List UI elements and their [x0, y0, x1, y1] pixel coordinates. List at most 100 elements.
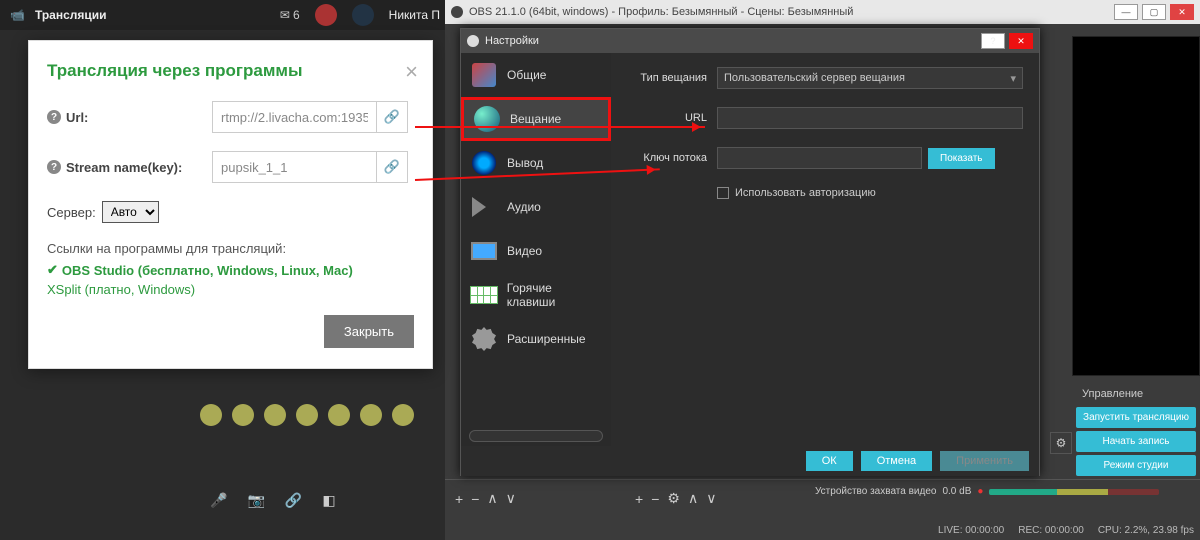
- obs-logo-icon: [467, 35, 479, 47]
- settings-sidebar: Общие Вещание Вывод Аудио Видео Горячие …: [461, 53, 611, 446]
- links-header: Ссылки на программы для трансляций:: [47, 241, 414, 256]
- sidebar-item-video[interactable]: Видео: [461, 229, 611, 273]
- server-select[interactable]: Авто: [102, 201, 159, 223]
- settings-footer: ОК Отмена Применить: [461, 446, 1039, 476]
- check-icon: ✔: [47, 262, 58, 278]
- output-icon: [472, 151, 496, 175]
- controls-header: Управление: [1076, 384, 1196, 404]
- eraser-icon[interactable]: ◧: [322, 492, 335, 509]
- close-button[interactable]: ✕: [1009, 33, 1033, 49]
- obs-titlebar[interactable]: OBS 21.1.0 (64bit, windows) - Профиль: Б…: [445, 0, 1200, 24]
- close-icon[interactable]: ×: [405, 59, 418, 85]
- general-icon: [472, 63, 496, 87]
- avatar-icon[interactable]: [352, 4, 374, 26]
- maximize-button[interactable]: ▢: [1142, 4, 1166, 20]
- speaker-icon: [472, 197, 496, 217]
- obs-link[interactable]: ✔ OBS Studio (бесплатно, Windows, Linux,…: [47, 262, 414, 278]
- modal-title: Трансляция через программы: [47, 61, 414, 81]
- help-icon[interactable]: ?: [47, 110, 61, 124]
- emoji-icon[interactable]: [232, 404, 254, 426]
- url-input[interactable]: [212, 101, 377, 133]
- settings-title-text: Настройки: [485, 35, 539, 47]
- auth-checkbox[interactable]: [717, 187, 729, 199]
- remove-scene-button[interactable]: −: [471, 491, 479, 507]
- gear-icon: [472, 327, 496, 351]
- status-cpu: CPU: 2.2%, 23.98 fps: [1098, 525, 1194, 536]
- username[interactable]: Никита П: [389, 8, 440, 22]
- audio-meter[interactable]: [989, 489, 1159, 495]
- minimize-button[interactable]: —: [1114, 4, 1138, 20]
- source-up-button[interactable]: ∧: [688, 490, 698, 507]
- help-icon[interactable]: ?: [47, 160, 61, 174]
- emoji-icon[interactable]: [296, 404, 318, 426]
- settings-titlebar[interactable]: Настройки ? ✕: [461, 29, 1039, 53]
- apply-button[interactable]: Применить: [940, 451, 1029, 471]
- stream-settings-modal: Трансляция через программы × ? Url: 🔗 ? …: [28, 40, 433, 369]
- emoji-row: [200, 395, 450, 435]
- avatar-icon[interactable]: [315, 4, 337, 26]
- help-button[interactable]: ?: [981, 33, 1005, 49]
- emoji-icon[interactable]: [328, 404, 350, 426]
- status-live: LIVE: 00:00:00: [938, 525, 1004, 536]
- remove-source-button[interactable]: −: [651, 491, 659, 507]
- status-rec: REC: 00:00:00: [1018, 525, 1084, 536]
- sidebar-item-audio[interactable]: Аудио: [461, 185, 611, 229]
- mail-count: 6: [293, 8, 300, 22]
- show-key-button[interactable]: Показать: [928, 148, 995, 169]
- nav-title: Трансляции: [35, 8, 107, 22]
- gear-icon[interactable]: ⚙: [1050, 432, 1072, 454]
- sidebar-item-advanced[interactable]: Расширенные: [461, 317, 611, 361]
- emoji-icon[interactable]: [200, 404, 222, 426]
- source-down-button[interactable]: ∨: [706, 490, 716, 507]
- sidebar-item-stream[interactable]: Вещание: [461, 97, 611, 141]
- attach-icon[interactable]: 🔗: [285, 492, 302, 509]
- status-bar: LIVE: 00:00:00 REC: 00:00:00 CPU: 2.2%, …: [938, 521, 1194, 539]
- sidebar-item-output[interactable]: Вывод: [461, 141, 611, 185]
- start-record-button[interactable]: Начать запись: [1076, 431, 1196, 452]
- ok-button[interactable]: ОК: [806, 451, 853, 471]
- broadcast-type-combo[interactable]: Пользовательский сервер вещания: [717, 67, 1023, 89]
- sidebar-item-general[interactable]: Общие: [461, 53, 611, 97]
- url-input[interactable]: [717, 107, 1023, 129]
- mail-icon: ✉: [280, 8, 290, 22]
- stream-key-input[interactable]: [212, 151, 377, 183]
- peak-icon: ●: [977, 486, 983, 497]
- arrow-annotation: [415, 126, 705, 128]
- camera-icon[interactable]: 📷: [247, 492, 264, 509]
- source-props-button[interactable]: ⚙: [667, 490, 680, 507]
- emoji-icon[interactable]: [264, 404, 286, 426]
- scene-down-button[interactable]: ∨: [506, 490, 516, 507]
- obs-logo-icon: [451, 6, 463, 18]
- emoji-icon[interactable]: [392, 404, 414, 426]
- settings-main: Тип вещания Пользовательский сервер веща…: [611, 53, 1039, 446]
- auth-label: Использовать авторизацию: [735, 187, 876, 199]
- close-button[interactable]: Закрыть: [324, 315, 414, 348]
- start-stream-button[interactable]: Запустить трансляцию: [1076, 407, 1196, 428]
- globe-icon: [474, 106, 500, 132]
- xsplit-link[interactable]: XSplit (платно, Windows): [47, 282, 414, 297]
- keyboard-icon: [470, 286, 498, 304]
- add-source-button[interactable]: +: [635, 491, 643, 507]
- url-label: ? Url:: [47, 110, 212, 125]
- stream-key-input[interactable]: [717, 147, 922, 169]
- camera-icon: 📹: [10, 8, 25, 22]
- copy-link-button[interactable]: 🔗: [376, 101, 408, 133]
- copy-link-button[interactable]: 🔗: [376, 151, 408, 183]
- stream-key-label: Ключ потока: [627, 152, 707, 164]
- scene-up-button[interactable]: ∧: [487, 490, 497, 507]
- add-scene-button[interactable]: +: [455, 491, 463, 507]
- mail-badge[interactable]: ✉ 6: [280, 8, 300, 22]
- close-button[interactable]: ✕: [1170, 4, 1194, 20]
- cancel-button[interactable]: Отмена: [861, 451, 932, 471]
- obs-preview[interactable]: [1072, 36, 1200, 376]
- audio-mixer: Устройство захвата видео 0.0 dB ●: [815, 486, 1159, 497]
- monitor-icon: [471, 242, 497, 260]
- horizontal-scrollbar[interactable]: [469, 430, 603, 442]
- sidebar-item-hotkeys[interactable]: Горячие клавиши: [461, 273, 611, 317]
- studio-mode-button[interactable]: Режим студии: [1076, 455, 1196, 476]
- chat-toolbar: 🎤 📷 🔗 ◧: [210, 480, 450, 520]
- emoji-icon[interactable]: [360, 404, 382, 426]
- stream-key-label: ? Stream name(key):: [47, 160, 212, 175]
- browser-top-nav: 📹 Трансляции ✉ 6 Никита П: [0, 0, 450, 30]
- mic-icon[interactable]: 🎤: [210, 492, 227, 509]
